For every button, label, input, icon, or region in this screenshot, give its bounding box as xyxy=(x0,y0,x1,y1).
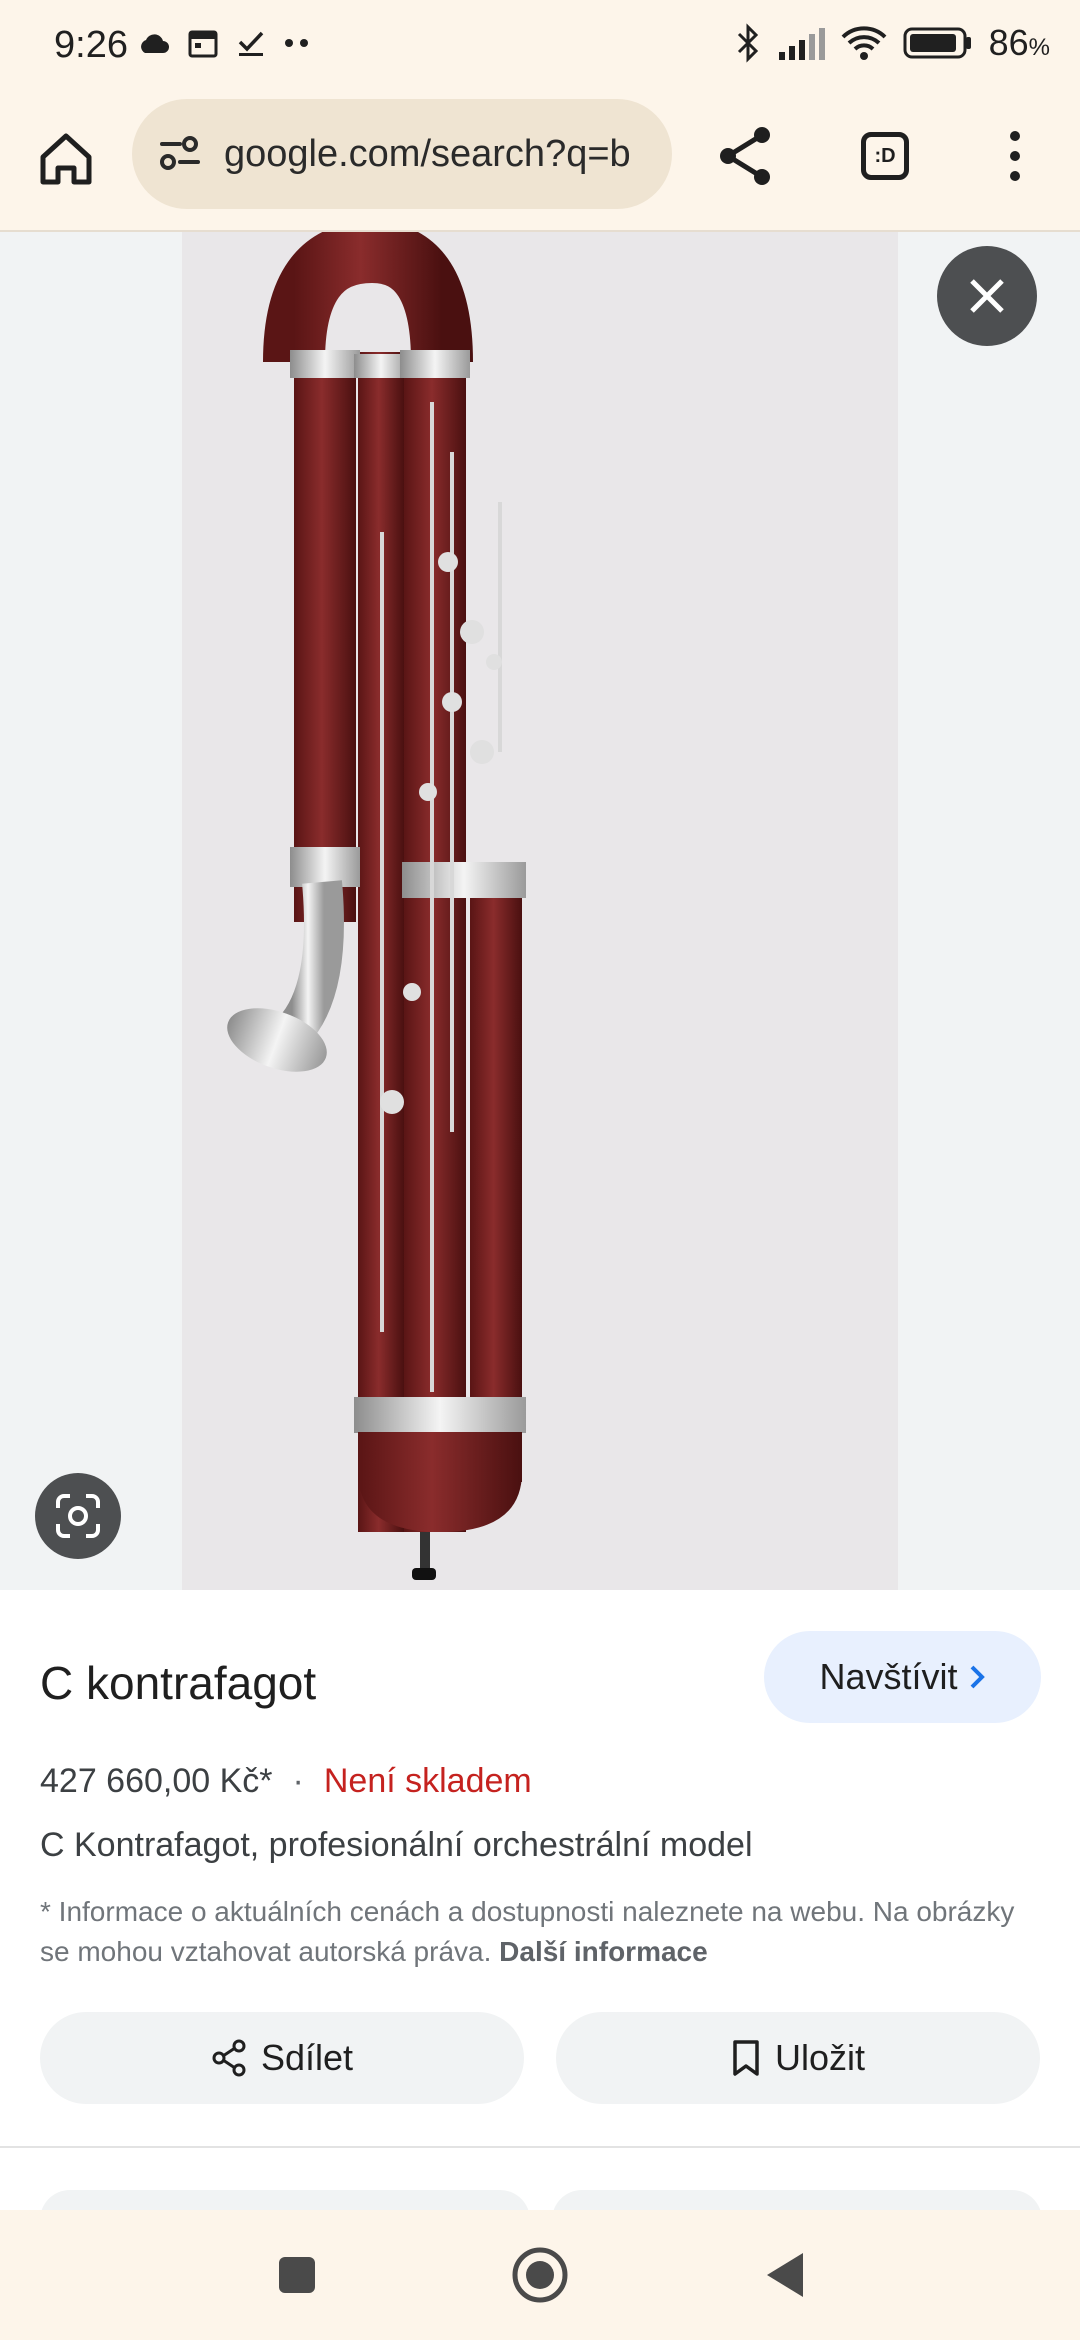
battery-level: 86% xyxy=(988,22,1050,63)
cloud-icon xyxy=(141,34,169,53)
lens-icon xyxy=(56,1494,100,1538)
close-viewer-button[interactable] xyxy=(937,246,1037,346)
save-result-button[interactable]: Uložit xyxy=(556,2012,1040,2104)
home-button[interactable] xyxy=(30,123,102,195)
more-vert-icon xyxy=(1010,131,1020,181)
save-label: Uložit xyxy=(774,2037,866,2078)
disclaimer: * Informace o aktuálních cenách a dostup… xyxy=(40,1892,1040,1972)
share-result-button[interactable]: Sdílet xyxy=(40,2012,524,2104)
notification-icons xyxy=(136,28,310,58)
separator: · xyxy=(292,1762,304,1800)
back-icon xyxy=(767,2253,803,2297)
system-nav-bar xyxy=(0,2210,1080,2340)
more-info-link[interactable]: Další informace xyxy=(499,1936,708,1967)
product-title: C kontrafagot xyxy=(40,1657,317,1709)
google-lens-button[interactable] xyxy=(35,1473,121,1559)
share-label: Sdílet xyxy=(260,2037,354,2078)
status-time: 9:26 xyxy=(54,24,128,66)
price: 427 660,00 Kč* xyxy=(40,1762,273,1800)
recents-button[interactable] xyxy=(262,2240,332,2310)
close-icon xyxy=(970,279,1004,313)
site-settings-icon[interactable] xyxy=(158,134,202,174)
home-icon xyxy=(40,133,92,185)
battery-icon xyxy=(903,27,971,59)
calendar-icon xyxy=(188,30,218,58)
chevron-right-icon xyxy=(970,1665,985,1689)
bluetooth-icon xyxy=(737,23,758,63)
product-image[interactable] xyxy=(182,220,898,1590)
contrabassoon-illustration xyxy=(227,220,526,1580)
tab-count: :D xyxy=(861,132,909,180)
check-icon xyxy=(238,31,264,56)
divider xyxy=(0,2146,1080,2148)
url-bar[interactable]: google.com/search?q=b xyxy=(132,99,672,209)
system-status: 86% xyxy=(735,22,1050,64)
share-icon xyxy=(720,127,770,185)
home-nav-button[interactable] xyxy=(505,2240,575,2310)
url-text: google.com/search?q=b xyxy=(224,132,631,175)
image-viewer xyxy=(0,220,1080,1590)
more-menu-button[interactable] xyxy=(990,121,1040,191)
visit-label: Navštívit xyxy=(819,1656,958,1697)
browser-toolbar: google.com/search?q=b :D xyxy=(0,95,1080,232)
back-button[interactable] xyxy=(750,2240,820,2310)
bookmark-icon xyxy=(733,2040,759,2076)
wifi-icon xyxy=(841,26,887,60)
product-description: C Kontrafagot, profesionální orchestráln… xyxy=(40,1826,753,1864)
visit-button[interactable]: Navštívit xyxy=(764,1631,1041,1723)
status-bar: 9:26 86% xyxy=(0,0,1080,95)
related-results-peek xyxy=(0,2160,1080,2230)
signal-icon xyxy=(778,28,825,60)
home-circle-icon xyxy=(512,2247,568,2303)
tabs-button[interactable]: :D xyxy=(850,121,920,191)
share-icon xyxy=(212,2039,246,2077)
recents-icon xyxy=(279,2257,315,2293)
stock-status: Není skladem xyxy=(323,1762,532,1800)
price-line: 427 660,00 Kč* · Není skladem xyxy=(40,1762,532,1801)
more-dots-icon xyxy=(285,39,308,47)
result-info-panel: C kontrafagot Navštívit 427 660,00 Kč* ·… xyxy=(0,1590,1080,2210)
share-button[interactable] xyxy=(710,121,780,191)
